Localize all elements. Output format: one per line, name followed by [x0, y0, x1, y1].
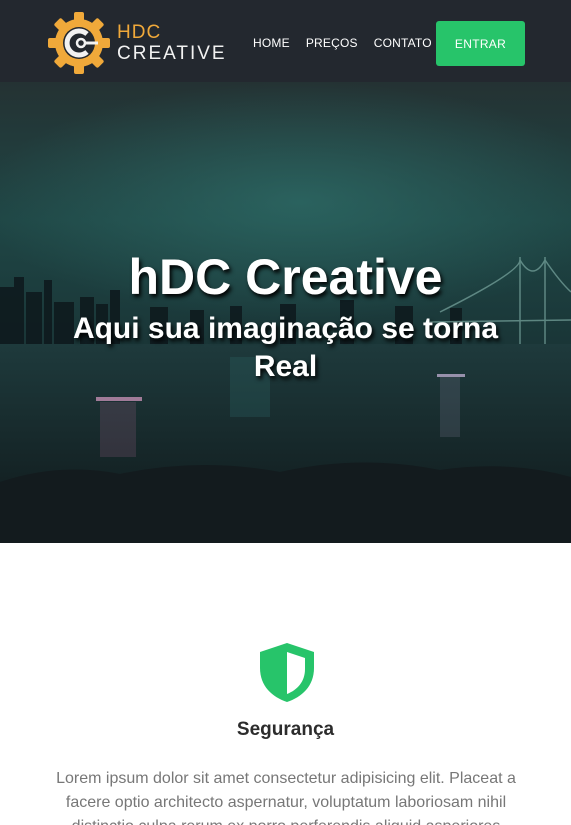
landing-page: HDC CREATIVE HOME PREÇOS CONTATO ENTRAR [0, 0, 571, 825]
gear-logo-icon [48, 12, 110, 74]
brand-name-line1: HDC [117, 22, 162, 43]
nav-link-home[interactable]: HOME [253, 36, 290, 50]
main-nav: HOME PREÇOS CONTATO [253, 36, 448, 50]
feature-security: Segurança Lorem ipsum dolor sit amet con… [0, 543, 571, 825]
hero-subtitle: Aqui sua imaginação se torna Real [72, 312, 499, 383]
hero-title: hDC Creative [128, 249, 443, 305]
hero-section: hDC Creative Aqui sua imaginação se torn… [0, 82, 571, 543]
brand-wordmark: HDC CREATIVE [117, 23, 227, 63]
brand-name-line2: CREATIVE [117, 43, 227, 64]
brand-logo[interactable]: HDC CREATIVE [47, 10, 227, 76]
navbar: HDC CREATIVE HOME PREÇOS CONTATO ENTRAR [0, 0, 571, 82]
feature-title: Segurança [236, 719, 335, 740]
login-button[interactable]: ENTRAR [436, 21, 525, 66]
feature-description: Lorem ipsum dolor sit amet consectetur a… [56, 770, 516, 825]
nav-link-precos[interactable]: PREÇOS [306, 36, 358, 50]
shield-icon [260, 643, 314, 702]
nav-link-contato[interactable]: CONTATO [374, 36, 432, 50]
